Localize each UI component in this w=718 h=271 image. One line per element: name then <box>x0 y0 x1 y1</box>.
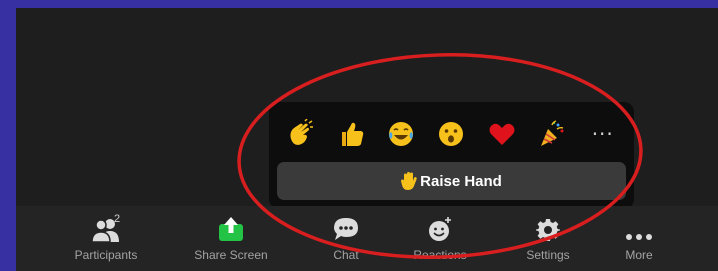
open-mouth-icon <box>439 122 464 146</box>
red-heart-emoji-button[interactable] <box>484 116 520 152</box>
party-popper-emoji-button[interactable] <box>534 116 570 152</box>
participants-button[interactable]: 2 Participants <box>64 206 148 271</box>
thumbs-up-icon <box>341 122 363 146</box>
share-screen-icon-wrap <box>217 206 245 242</box>
share-screen-icon <box>219 217 243 241</box>
settings-button[interactable]: Settings <box>516 206 580 271</box>
settings-label: Settings <box>526 248 570 262</box>
thumbs-up-emoji-button[interactable] <box>333 116 369 152</box>
settings-icon-wrap <box>536 206 560 242</box>
raise-hand-label: Raise Hand <box>420 172 502 190</box>
chat-button[interactable]: Chat <box>316 206 376 271</box>
emoji-row: ··· <box>269 112 634 156</box>
more-icon-wrap <box>624 206 654 242</box>
meeting-window: ··· Raise Hand 2 Participants Share Scre… <box>16 8 718 271</box>
participants-count-badge: 2 <box>114 213 121 225</box>
more-dots-icon <box>626 234 652 240</box>
chat-icon <box>334 218 358 240</box>
heart-icon <box>489 123 515 145</box>
tears-of-joy-emoji-button[interactable] <box>383 116 419 152</box>
clapping-hands-emoji-button[interactable] <box>282 116 318 152</box>
reactions-label: Reactions <box>413 248 467 262</box>
reactions-icon-wrap <box>427 206 453 242</box>
reactions-popover: ··· Raise Hand <box>269 102 634 209</box>
meeting-toolbar: 2 Participants Share Screen Chat Reactio… <box>16 206 718 271</box>
gear-icon <box>536 219 560 241</box>
share-screen-label: Share Screen <box>194 248 268 262</box>
reactions-button[interactable]: Reactions <box>403 206 477 271</box>
party-popper-icon <box>541 120 564 146</box>
raise-hand-button[interactable]: Raise Hand <box>277 162 626 200</box>
chat-label: Chat <box>333 248 359 262</box>
participants-icon-wrap: 2 <box>91 206 121 242</box>
chat-icon-wrap <box>332 206 360 242</box>
clapping-hands-icon <box>290 119 314 145</box>
add-reaction-icon <box>429 217 451 241</box>
tears-of-joy-icon <box>389 122 414 146</box>
raised-hand-icon <box>401 172 417 190</box>
more-button[interactable]: More <box>614 206 664 271</box>
more-reactions-button[interactable]: ··· <box>585 116 621 152</box>
more-label: More <box>625 248 653 262</box>
participants-label: Participants <box>74 248 138 262</box>
share-screen-button[interactable]: Share Screen <box>186 206 276 271</box>
open-mouth-emoji-button[interactable] <box>433 116 469 152</box>
